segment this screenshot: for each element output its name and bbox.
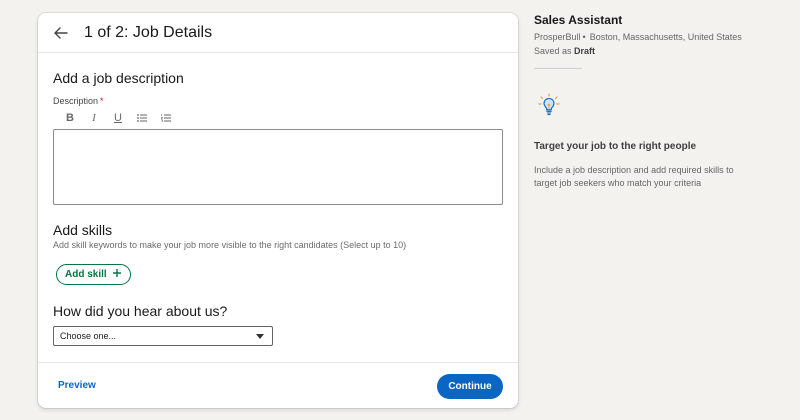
italic-button[interactable]: I <box>82 111 106 125</box>
saved-status: Saved as Draft <box>534 46 764 56</box>
description-label-text: Description <box>53 96 99 106</box>
underline-button[interactable]: U <box>106 111 130 125</box>
bullet-list-icon[interactable] <box>130 111 154 125</box>
description-section-title: Add a job description <box>53 70 184 86</box>
tip-heading: Target your job to the right people <box>534 141 697 152</box>
referral-select[interactable]: Choose one... <box>53 326 273 346</box>
sidebar-divider <box>534 68 582 69</box>
page-title: 1 of 2: Job Details <box>84 23 213 41</box>
referral-question: How did you hear about us? <box>53 303 228 319</box>
plus-icon <box>112 268 122 281</box>
back-arrow-icon[interactable] <box>54 25 70 41</box>
card-header: 1 of 2: Job Details <box>38 13 518 53</box>
tip-body: Include a job description and add requir… <box>534 165 734 188</box>
add-skill-label: Add skill <box>65 269 107 280</box>
job-details-card: 1 of 2: Job Details Add a job descriptio… <box>38 13 518 408</box>
referral-selected-value: Choose one... <box>60 331 117 341</box>
description-editor[interactable] <box>53 129 503 205</box>
job-title: Sales Assistant <box>534 13 623 27</box>
card-footer: Preview Continue <box>38 362 518 408</box>
bold-button[interactable]: B <box>58 111 82 125</box>
meta-separator: • <box>582 32 586 42</box>
caret-down-icon <box>256 331 264 341</box>
add-skill-button[interactable]: Add skill <box>56 264 131 285</box>
required-marker: * <box>100 96 104 106</box>
lightbulb-icon <box>538 93 560 117</box>
job-location: Boston, Massachusetts, United States <box>589 32 742 42</box>
saved-prefix: Saved as <box>534 46 572 56</box>
skills-subtitle: Add skill keywords to make your job more… <box>53 240 407 250</box>
formatting-toolbar: B I U <box>58 111 178 125</box>
saved-state: Draft <box>574 46 596 56</box>
preview-link[interactable]: Preview <box>58 380 96 391</box>
company-name: ProsperBull <box>534 32 581 42</box>
continue-button[interactable]: Continue <box>437 374 503 399</box>
skills-section-title: Add skills <box>53 222 113 238</box>
numbered-list-icon[interactable] <box>154 111 178 125</box>
description-label: Description * <box>53 96 104 106</box>
job-meta: ProsperBull • Boston, Massachusetts, Unite… <box>534 32 764 42</box>
job-summary-sidebar: Sales Assistant ProsperBull • Boston, Mass… <box>534 13 764 188</box>
